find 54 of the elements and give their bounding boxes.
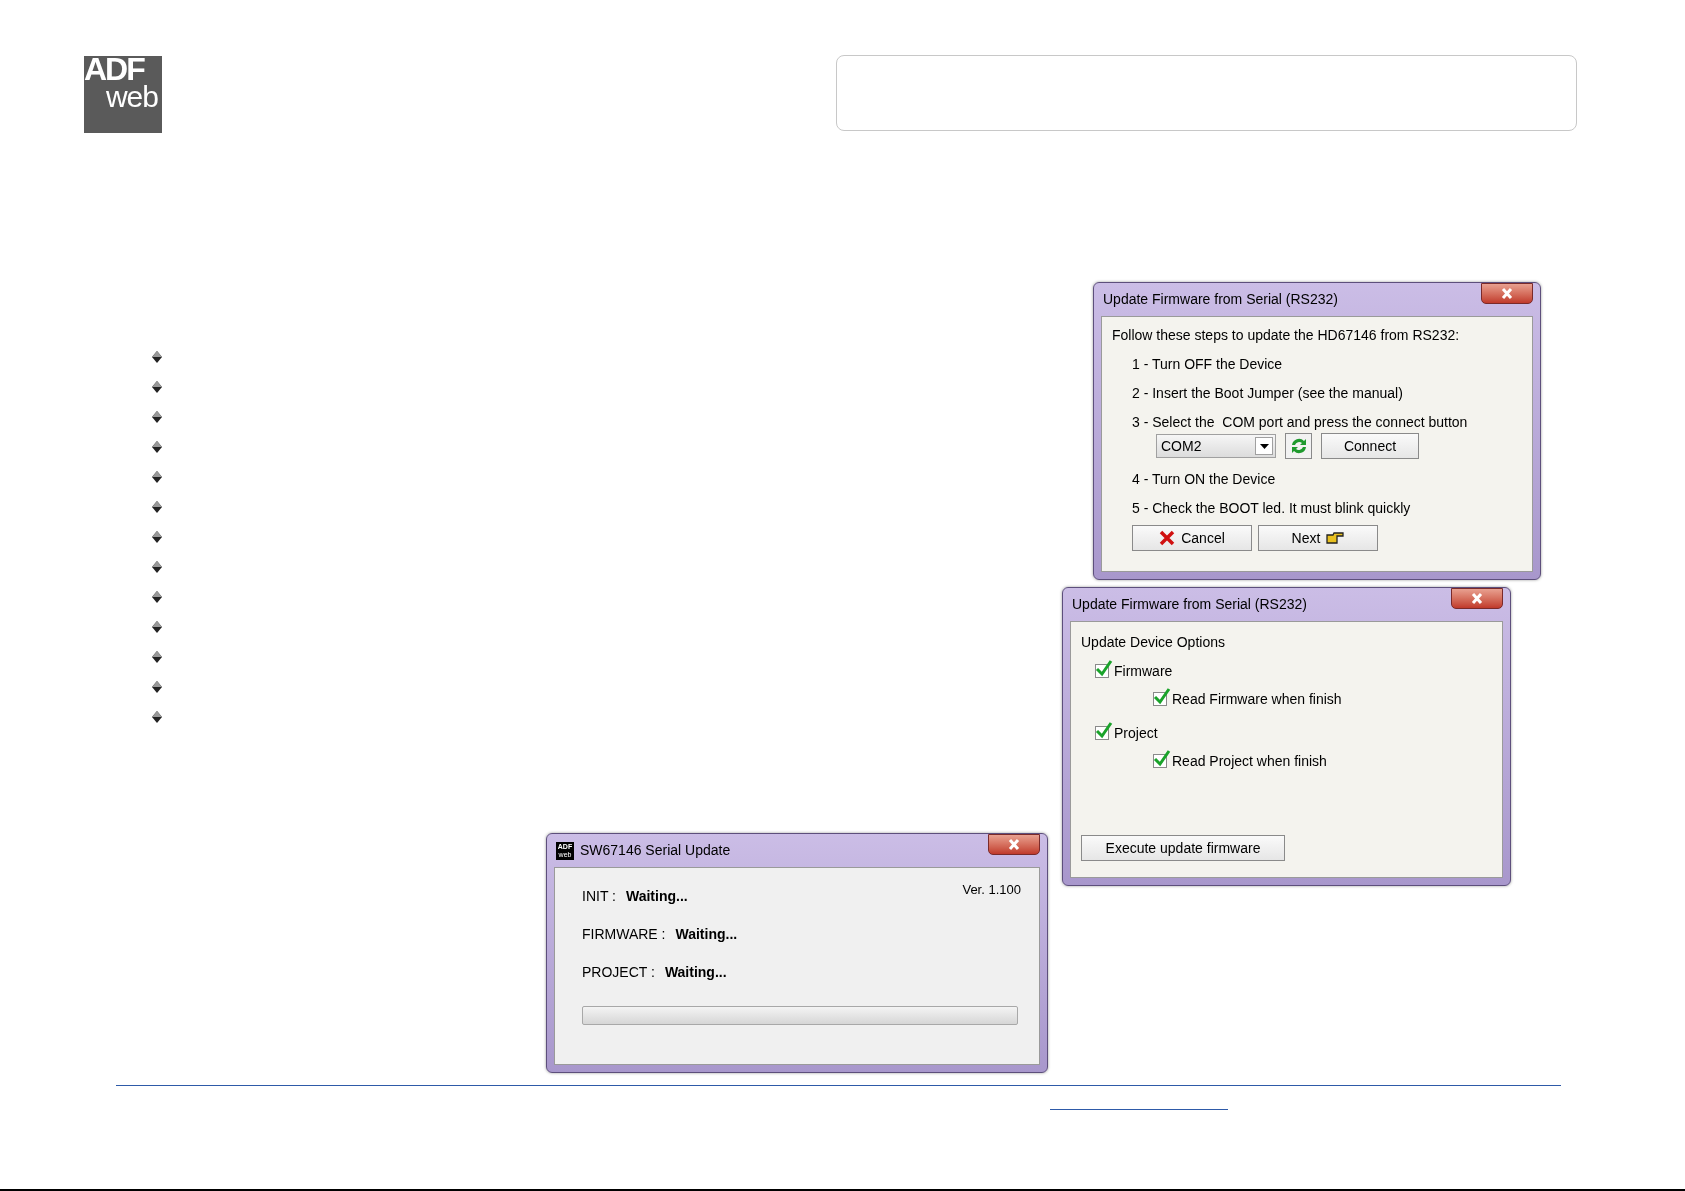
bullet-icon [150, 680, 164, 694]
bullet-icon [150, 650, 164, 664]
version-label: Ver. 1.100 [962, 881, 1021, 899]
check-icon [1153, 750, 1171, 768]
cross-icon [1159, 530, 1176, 546]
window-title: Update Firmware from Serial (RS232) [1072, 595, 1307, 614]
checkbox-option[interactable]: Firmware [1081, 660, 1492, 682]
port-dropdown[interactable]: COM2 [1156, 434, 1276, 458]
close-icon [1008, 839, 1020, 850]
checkbox-option[interactable]: Read Project when finish [1081, 750, 1492, 772]
bullet-icon [150, 350, 164, 364]
checkbox-option[interactable]: Read Firmware when finish [1081, 688, 1492, 710]
connect-button[interactable]: Connect [1321, 433, 1419, 459]
check-icon [1153, 688, 1171, 706]
instruction-text: Follow these steps to update the HD67146 from RS232: [1112, 326, 1461, 345]
window-title: SW67146 Serial Update [580, 841, 731, 860]
bullet-icon [150, 560, 164, 574]
bullet-icon [150, 470, 164, 484]
step-text: 1 - Turn OFF the Device [1131, 355, 1284, 374]
step-text: 5 - Check the BOOT led. It must blink quickly [1131, 499, 1412, 518]
status-value: Waiting... [625, 886, 688, 906]
status-value: Waiting... [664, 962, 727, 982]
close-button[interactable] [1481, 283, 1533, 304]
bullet-icon [150, 440, 164, 454]
status-label: FIRMWARE : [582, 924, 666, 944]
close-icon [1501, 288, 1513, 299]
close-button[interactable] [988, 834, 1040, 855]
execute-update-button[interactable]: Execute update firmware [1081, 835, 1285, 861]
status-value: Waiting... [675, 924, 738, 944]
cancel-button[interactable]: Cancel [1132, 525, 1252, 551]
check-icon [1095, 722, 1113, 740]
refresh-button[interactable] [1285, 433, 1312, 459]
caret-icon [1259, 443, 1269, 449]
window-title: Update Firmware from Serial (RS232) [1103, 290, 1338, 309]
section-heading: Update Device Options [1081, 633, 1226, 652]
step-text: 4 - Turn ON the Device [1131, 470, 1277, 489]
bullet-icon [150, 500, 164, 514]
step-text: 3 - Select the COM port and press the connect button [1131, 413, 1469, 432]
bullet-icon [150, 710, 164, 724]
status-label: INIT : [582, 886, 616, 906]
close-button[interactable] [1451, 588, 1503, 609]
bullet-icon [150, 530, 164, 544]
close-icon [1471, 593, 1483, 604]
checkbox-option[interactable]: Project [1081, 722, 1492, 744]
bullet-icon [150, 620, 164, 634]
logo-text: web [105, 84, 158, 110]
bullet-icon [150, 380, 164, 394]
status-label: PROJECT : [582, 962, 655, 982]
bullet-icon [150, 590, 164, 604]
step-text: 2 - Insert the Boot Jumper (see the manual) [1131, 384, 1404, 403]
logo-text: ADF [84, 54, 144, 84]
check-icon [1095, 660, 1113, 678]
next-button[interactable]: Next [1258, 525, 1378, 551]
bullet-icon [150, 410, 164, 424]
